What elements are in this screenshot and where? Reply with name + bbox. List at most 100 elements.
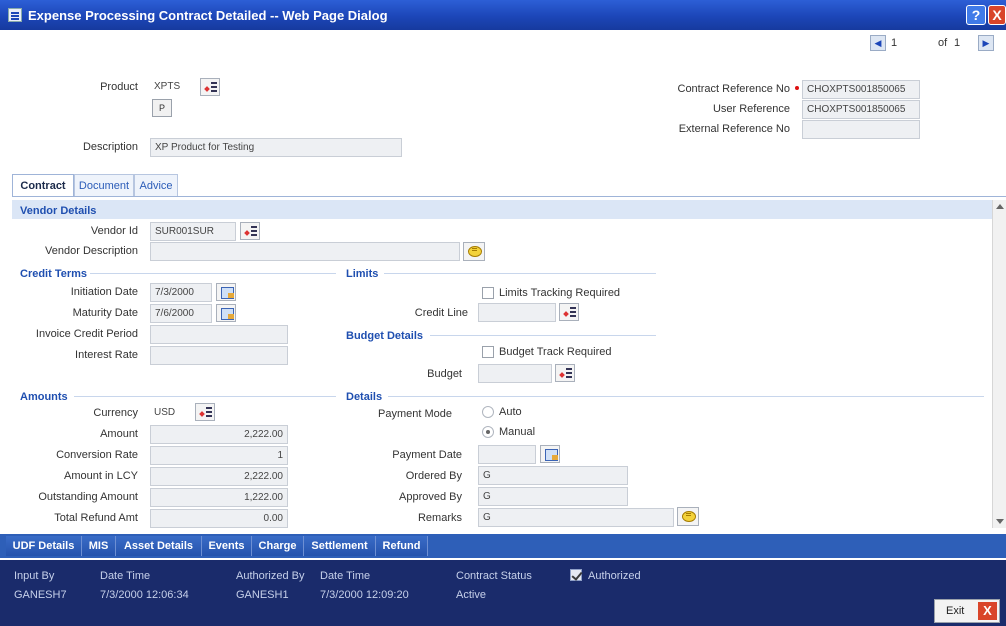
product-field[interactable]: XPTS (150, 78, 196, 97)
scroll-up-icon[interactable] (996, 204, 1004, 209)
charge-button[interactable]: Charge (252, 536, 304, 556)
initiation-date-field[interactable]: 7/3/2000 (150, 283, 212, 302)
vertical-scrollbar[interactable] (992, 200, 1006, 528)
payment-mode-manual-radio[interactable] (482, 426, 494, 438)
credit-terms-rule (90, 273, 336, 274)
currency-label: Currency (93, 407, 138, 419)
amount-lcy-field[interactable]: 2,222.00 (150, 467, 288, 486)
subsystem-button-bar: UDF Details MIS Asset Details Events Cha… (0, 534, 1006, 558)
payment-date-calendar-icon[interactable] (540, 445, 560, 463)
amount-field[interactable]: 2,222.00 (150, 425, 288, 444)
tab-document[interactable]: Document (74, 174, 134, 196)
payment-mode-auto-label: Auto (499, 406, 522, 418)
help-icon[interactable]: ? (966, 5, 986, 25)
contract-ref-field[interactable]: CHOXPTS001850065 (802, 80, 920, 99)
input-by-label: Input By (14, 570, 55, 582)
interest-rate-label: Interest Rate (75, 349, 138, 361)
user-ref-label: User Reference (712, 103, 790, 115)
vendor-id-lov-icon[interactable] (240, 222, 260, 240)
settlement-button[interactable]: Settlement (304, 536, 376, 556)
authorized-by-value: GANESH1 (236, 589, 289, 601)
invoice-credit-period-field[interactable] (150, 325, 288, 344)
mis-button[interactable]: MIS (82, 536, 116, 556)
next-record-icon[interactable]: ▶ (978, 35, 994, 51)
budget-track-label: Budget Track Required (499, 346, 612, 358)
events-button[interactable]: Events (202, 536, 252, 556)
product-label: Product (100, 81, 138, 93)
vendor-id-field[interactable]: SUR001SUR (150, 222, 236, 241)
window-titlebar: Expense Processing Contract Detailed -- … (0, 0, 1006, 30)
details-rule (388, 396, 984, 397)
close-icon[interactable]: X (988, 5, 1006, 25)
udf-details-button[interactable]: UDF Details (6, 536, 82, 556)
refund-button[interactable]: Refund (376, 536, 428, 556)
payment-mode-manual-label: Manual (499, 426, 536, 438)
asset-details-button[interactable]: Asset Details (116, 536, 202, 556)
vendor-section-band (12, 200, 992, 219)
exit-label: Exit (946, 605, 965, 617)
input-date-value: 7/3/2000 12:06:34 (100, 589, 189, 601)
vendor-description-field[interactable] (150, 242, 460, 261)
window-title: Expense Processing Contract Detailed -- … (28, 8, 388, 23)
total-refund-field[interactable]: 0.00 (150, 509, 288, 528)
amounts-rule (74, 396, 336, 397)
amount-lcy-label: Amount in LCY (64, 470, 138, 482)
external-ref-label: External Reference No (678, 123, 790, 135)
payment-mode-auto-radio[interactable] (482, 406, 494, 418)
contract-ref-label: Contract Reference No (677, 83, 791, 95)
conversion-rate-field[interactable]: 1 (150, 446, 288, 465)
mandatory-marker (795, 86, 799, 90)
product-p-button[interactable]: P (152, 99, 172, 117)
interest-rate-field[interactable] (150, 346, 288, 365)
description-label: Description (82, 141, 138, 153)
initiation-date-calendar-icon[interactable] (216, 283, 236, 301)
credit-line-lov-icon[interactable] (559, 303, 579, 321)
credit-line-label: Credit Line (414, 307, 468, 319)
pager-of-label: of (938, 37, 948, 49)
remarks-popup-icon[interactable] (677, 507, 699, 526)
amount-label: Amount (100, 428, 138, 440)
user-ref-field[interactable]: CHOXPTS001850065 (802, 100, 920, 119)
pager-total: 1 (954, 37, 961, 49)
vendor-description-popup-icon[interactable] (463, 242, 485, 261)
limits-tracking-checkbox[interactable] (482, 287, 494, 299)
auth-date-label: Date Time (320, 570, 371, 582)
credit-line-field[interactable] (478, 303, 556, 322)
invoice-credit-period-label: Invoice Credit Period (35, 328, 138, 340)
vendor-id-label: Vendor Id (90, 225, 138, 237)
currency-field[interactable]: USD (150, 404, 190, 423)
description-field[interactable]: XP Product for Testing (150, 138, 402, 157)
dialog-icon (8, 8, 22, 22)
maturity-date-field[interactable]: 7/6/2000 (150, 304, 212, 323)
tab-contract[interactable]: Contract (12, 174, 74, 196)
total-refund-label: Total Refund Amt (54, 512, 138, 524)
budget-track-checkbox[interactable] (482, 346, 494, 358)
budget-lov-icon[interactable] (555, 364, 575, 382)
external-ref-field[interactable] (802, 120, 920, 139)
exit-button[interactable]: Exit X (934, 599, 1000, 623)
tab-divider (12, 196, 1006, 197)
previous-record-icon[interactable]: ◀ (870, 35, 886, 51)
remarks-field[interactable]: G (478, 508, 674, 527)
currency-lov-icon[interactable] (195, 403, 215, 421)
payment-date-field[interactable] (478, 445, 536, 464)
budget-field[interactable] (478, 364, 552, 383)
exit-close-icon: X (978, 602, 997, 620)
auth-date-value: 7/3/2000 12:09:20 (320, 589, 409, 601)
tab-advice[interactable]: Advice (134, 174, 178, 196)
vendor-details-title: Vendor Details (20, 205, 97, 217)
limits-rule (384, 273, 656, 274)
limits-title: Limits (346, 268, 379, 280)
outstanding-amount-label: Outstanding Amount (38, 491, 138, 503)
initiation-date-label: Initiation Date (70, 286, 138, 298)
ordered-by-field[interactable]: G (478, 466, 628, 485)
outstanding-amount-field[interactable]: 1,222.00 (150, 488, 288, 507)
approved-by-field[interactable]: G (478, 487, 628, 506)
product-lov-icon[interactable] (200, 78, 220, 96)
maturity-date-calendar-icon[interactable] (216, 304, 236, 322)
scroll-down-icon[interactable] (996, 519, 1004, 524)
remarks-label: Remarks (417, 512, 462, 524)
approved-by-label: Approved By (399, 491, 462, 503)
authorized-label: Authorized (588, 570, 641, 582)
budget-label: Budget (427, 368, 462, 380)
